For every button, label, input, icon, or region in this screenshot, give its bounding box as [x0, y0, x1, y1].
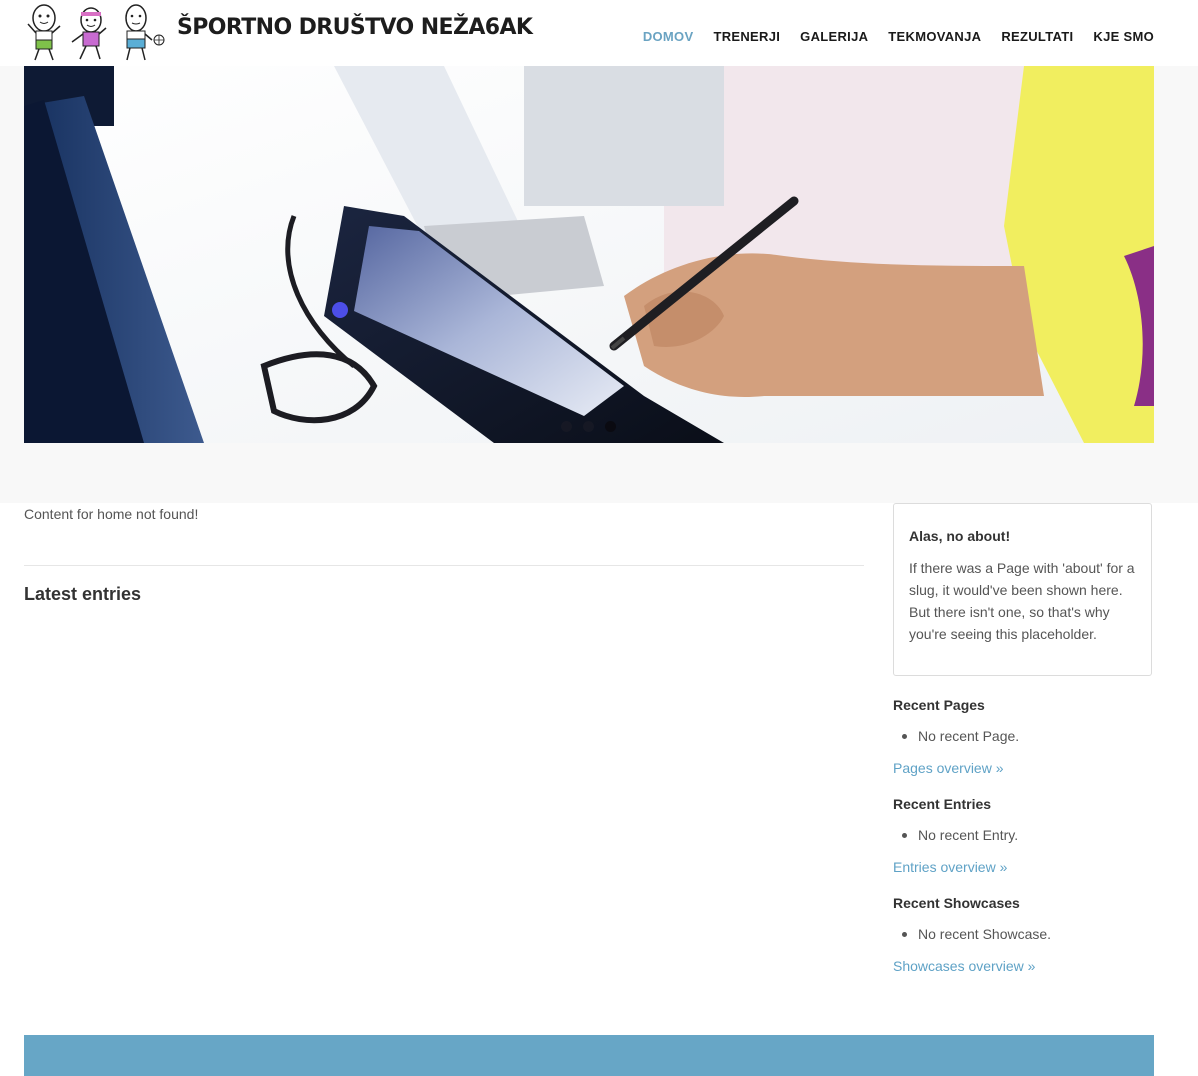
- latest-entries-heading: Latest entries: [24, 584, 142, 604]
- slider-dot-3[interactable]: [605, 421, 616, 432]
- nav-item-trenerji[interactable]: TRENERJI: [713, 29, 780, 44]
- logo-figures-icon[interactable]: [24, 2, 172, 62]
- about-placeholder-box: Alas, no about! If there was a Page with…: [893, 503, 1152, 676]
- footer-bar: [24, 1035, 1154, 1076]
- recent-entries-item: No recent Entry.: [893, 827, 1018, 843]
- recent-entries-title: Recent Entries: [893, 796, 992, 812]
- hero-slider-image: [24, 66, 1154, 443]
- nav-item-tekmovanja[interactable]: TEKMOVANJA: [888, 29, 981, 44]
- site-header: ŠPORTNO DRUŠTVO NEŽA6AK DOMOV TRENERJI G…: [0, 0, 1198, 66]
- entries-overview-link[interactable]: Entries overview »: [893, 859, 1007, 875]
- recent-entries-section: Recent Entries No recent Entry. Entries …: [893, 796, 1155, 875]
- slider-dot-1[interactable]: [561, 421, 572, 432]
- recent-showcases-title: Recent Showcases: [893, 895, 1020, 911]
- main-nav: DOMOV TRENERJI GALERIJA TEKMOVANJA REZUL…: [623, 29, 1154, 44]
- showcases-overview-link[interactable]: Showcases overview »: [893, 958, 1035, 974]
- recent-pages-section: Recent Pages No recent Page. Pages overv…: [893, 697, 1155, 776]
- nav-item-rezultati[interactable]: REZULTATI: [1001, 29, 1073, 44]
- slider-dot-2[interactable]: [583, 421, 594, 432]
- recent-pages-item: No recent Page.: [893, 728, 1019, 744]
- divider: [24, 565, 864, 566]
- about-text: If there was a Page with 'about' for a s…: [909, 560, 1135, 642]
- pages-overview-link[interactable]: Pages overview »: [893, 760, 1004, 776]
- nav-item-galerija[interactable]: GALERIJA: [800, 29, 868, 44]
- recent-showcases-item: No recent Showcase.: [893, 926, 1051, 942]
- content-not-found-text: Content for home not found!: [24, 506, 199, 522]
- nav-item-domov[interactable]: DOMOV: [643, 29, 694, 44]
- site-title[interactable]: ŠPORTNO DRUŠTVO NEŽA6AK: [177, 15, 533, 40]
- about-title: Alas, no about!: [909, 528, 1011, 544]
- nav-item-kje-smo[interactable]: KJE SMO: [1093, 29, 1154, 44]
- recent-showcases-section: Recent Showcases No recent Showcase. Sho…: [893, 895, 1155, 974]
- recent-pages-title: Recent Pages: [893, 697, 985, 713]
